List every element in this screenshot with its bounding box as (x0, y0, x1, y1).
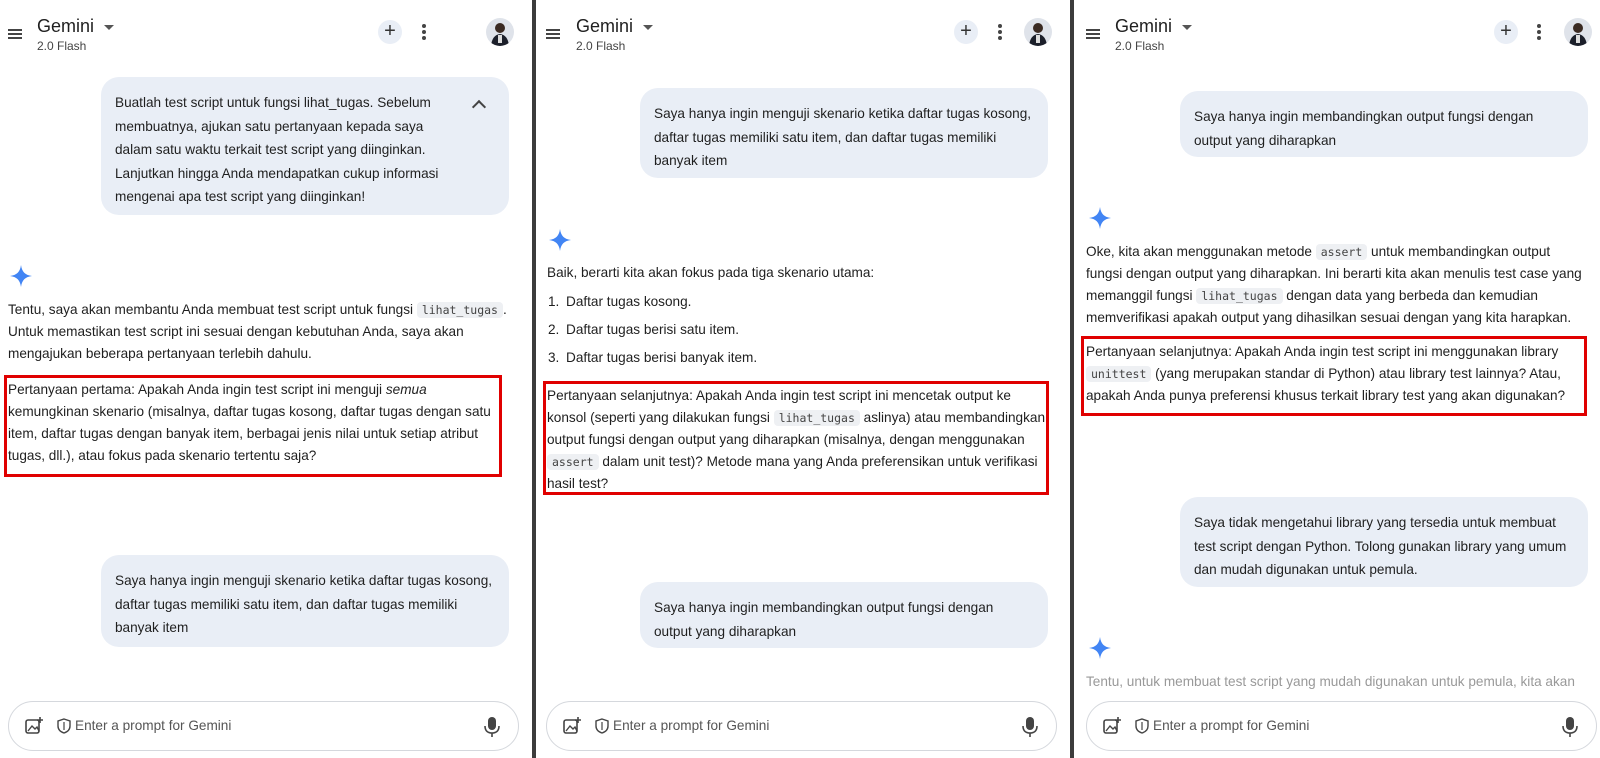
model-label: 2.0 Flash (37, 39, 87, 53)
user-message: Saya hanya ingin membandingkan output fu… (1180, 91, 1588, 157)
response-question: Pertanyaan pertama: Apakah Anda ingin te… (8, 379, 502, 467)
prompt-input-bar[interactable]: Enter a prompt for Gemini (8, 701, 519, 751)
model-label: 2.0 Flash (1115, 39, 1165, 53)
question-text: (yang merupakan standar di Python) atau … (1086, 366, 1566, 403)
shield-icon (57, 718, 71, 734)
response-intro: Tentu, saya akan membantu Anda membuat t… (8, 299, 508, 365)
prompt-placeholder: Enter a prompt for Gemini (613, 718, 770, 733)
more-vert-icon[interactable] (1537, 24, 1541, 40)
prompt-placeholder: Enter a prompt for Gemini (75, 718, 232, 733)
user-message-text: Saya hanya ingin menguji skenario ketika… (115, 573, 493, 635)
scenario-list-item: 1. Daftar tugas kosong. (542, 288, 1042, 316)
app-title-dropdown[interactable]: Gemini (576, 16, 654, 37)
new-chat-button[interactable]: + (378, 20, 402, 44)
app-title: Gemini (576, 16, 634, 36)
prompt-placeholder: Enter a prompt for Gemini (1153, 718, 1310, 733)
app-title-dropdown[interactable]: Gemini (37, 16, 115, 37)
scenario-list: 1. Daftar tugas kosong. 2. Daftar tugas ber… (542, 288, 1042, 372)
list-number: 3. (548, 350, 560, 365)
user-message-text: Saya hanya ingin menguji skenario ketika… (654, 106, 1032, 168)
new-chat-button[interactable]: + (954, 20, 978, 44)
mic-icon[interactable] (1562, 716, 1578, 738)
chevron-down-icon (104, 24, 115, 30)
question-emphasis: semua (385, 382, 427, 397)
chevron-down-icon (1182, 24, 1193, 30)
list-number: 1. (548, 294, 560, 309)
image-add-icon[interactable] (1103, 717, 1121, 735)
avatar[interactable] (486, 18, 514, 46)
chevron-down-icon (643, 24, 654, 30)
mic-icon[interactable] (484, 716, 500, 738)
prompt-input-bar[interactable]: Enter a prompt for Gemini (1086, 701, 1597, 751)
mic-icon[interactable] (1022, 716, 1038, 738)
inline-code: lihat_tugas (416, 302, 503, 318)
inline-code: assert (1315, 244, 1368, 260)
avatar[interactable] (1564, 18, 1592, 46)
user-message: Saya hanya ingin membandingkan output fu… (640, 582, 1048, 648)
user-message: Saya hanya ingin menguji skenario ketika… (101, 555, 509, 647)
response-question: Pertanyaan selanjutnya: Apakah Anda ingi… (1086, 341, 1584, 407)
list-text: Daftar tugas berisi banyak item. (566, 350, 758, 365)
list-text: Daftar tugas kosong. (566, 294, 692, 309)
question-text: Pertanyaan selanjutnya: Apakah Anda ingi… (1086, 344, 1559, 359)
shield-icon (595, 718, 609, 734)
inline-code: lihat_tugas (1196, 288, 1283, 304)
screen: Gemini 2.0 Flash + Buatlah test script u… (0, 0, 1600, 758)
response-text: Oke, kita akan menggunakan metode (1086, 244, 1316, 259)
gemini-star-icon (1089, 207, 1111, 229)
plus-icon: + (960, 20, 972, 42)
chat-panel-1: Gemini 2.0 Flash + Buatlah test script u… (0, 0, 532, 758)
more-vert-icon[interactable] (998, 24, 1002, 40)
list-number: 2. (548, 322, 560, 337)
plus-icon: + (384, 20, 396, 42)
chat-panel-3: Gemini 2.0 Flash + Saya hanya ingin memb… (1074, 0, 1600, 758)
prompt-input-bar[interactable]: Enter a prompt for Gemini (546, 701, 1057, 751)
image-add-icon[interactable] (563, 717, 581, 735)
menu-icon[interactable] (1086, 29, 1100, 39)
question-text: dalam unit test)? Metode mana yang Anda … (547, 454, 1038, 491)
list-text: Daftar tugas berisi satu item. (566, 322, 740, 337)
new-chat-button[interactable]: + (1494, 20, 1518, 44)
inline-code: lihat_tugas (773, 410, 860, 426)
response-intro: Baik, berarti kita akan fokus pada tiga … (547, 265, 875, 280)
inline-code: unittest (1086, 366, 1152, 382)
more-vert-icon[interactable] (422, 24, 426, 40)
menu-icon[interactable] (546, 29, 560, 39)
image-add-icon[interactable] (25, 717, 43, 735)
user-message: Saya tidak mengetahui library yang terse… (1180, 497, 1588, 587)
app-title: Gemini (37, 16, 95, 36)
scenario-list-item: 2. Daftar tugas berisi satu item. (542, 316, 1042, 344)
user-message-text: Saya hanya ingin membandingkan output fu… (654, 600, 994, 639)
plus-icon: + (1500, 20, 1512, 42)
chat-panel-2: Gemini 2.0 Flash + Saya hanya ingin meng… (536, 0, 1070, 758)
gemini-star-icon (549, 229, 571, 251)
gemini-star-icon (1089, 637, 1111, 659)
gemini-star-icon (10, 265, 32, 287)
response-question: Pertanyaan selanjutnya: Apakah Anda ingi… (547, 385, 1047, 495)
avatar[interactable] (1024, 18, 1052, 46)
menu-icon[interactable] (8, 29, 22, 39)
question-text: Pertanyaan pertama: Apakah Anda ingin te… (8, 382, 386, 397)
response-text: Tentu, saya akan membantu Anda membuat t… (8, 302, 414, 317)
model-label: 2.0 Flash (576, 39, 626, 53)
app-title: Gemini (1115, 16, 1173, 36)
user-message-text: Saya hanya ingin membandingkan output fu… (1194, 109, 1534, 148)
user-message-text: Saya tidak mengetahui library yang terse… (1194, 515, 1567, 577)
scenario-list-item: 3. Daftar tugas berisi banyak item. (542, 344, 1042, 372)
user-message-text: Buatlah test script untuk fungsi lihat_t… (115, 95, 439, 204)
inline-code: assert (547, 454, 599, 470)
question-text: kemungkinan skenario (misalnya, daftar t… (8, 404, 491, 463)
user-message: Saya hanya ingin menguji skenario ketika… (640, 88, 1048, 178)
response-partial: Tentu, untuk membuat test script yang mu… (1086, 674, 1575, 689)
shield-icon (1135, 718, 1149, 734)
response-body: Oke, kita akan menggunakan metode assert… (1086, 241, 1586, 329)
user-message: Buatlah test script untuk fungsi lihat_t… (101, 77, 509, 215)
app-title-dropdown[interactable]: Gemini (1115, 16, 1193, 37)
